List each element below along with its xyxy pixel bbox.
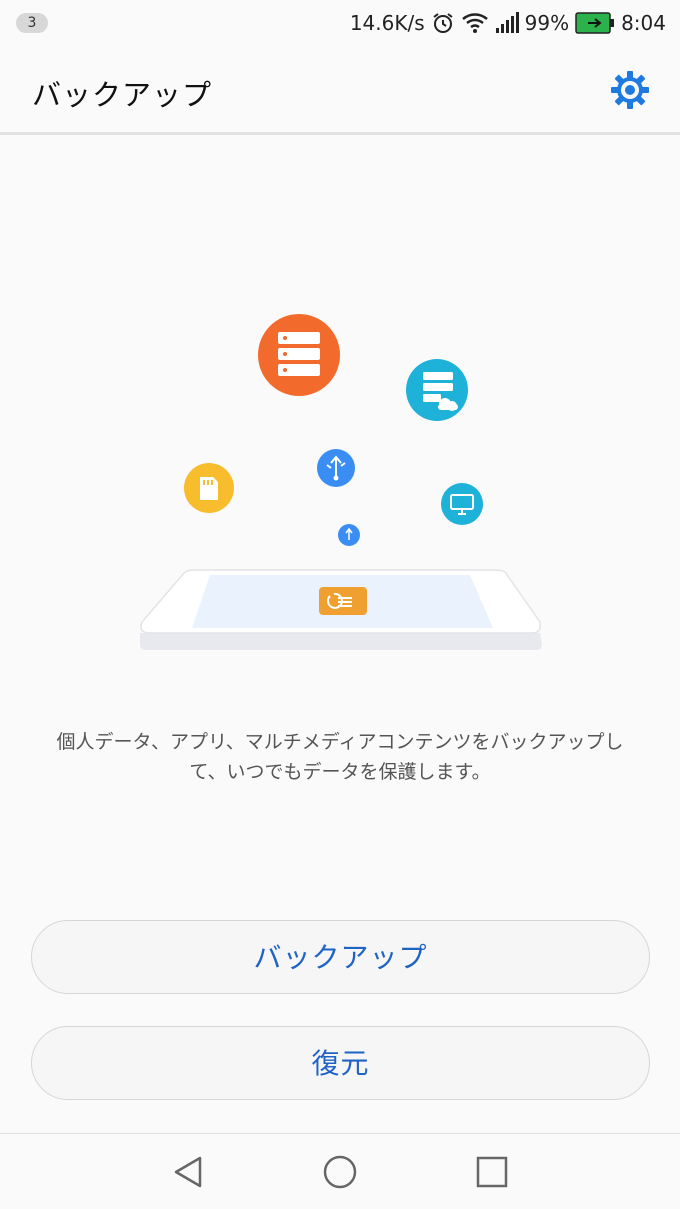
status-bar-right: 14.6K/s 99% 8:04 bbox=[350, 8, 666, 38]
app-bar: バックアップ bbox=[0, 46, 680, 132]
recents-icon[interactable] bbox=[474, 1154, 510, 1190]
page-title: バックアップ bbox=[32, 78, 213, 112]
backup-button[interactable]: バックアップ bbox=[31, 920, 650, 994]
backup-illustration bbox=[140, 314, 542, 650]
usb-small-icon bbox=[338, 524, 360, 546]
alarm-icon bbox=[431, 11, 455, 35]
restore-button[interactable]: 復元 bbox=[31, 1026, 650, 1100]
app-bar-divider bbox=[0, 132, 680, 135]
status-bar: 3 14.6K/s 99% 8:04 bbox=[0, 0, 680, 46]
usb-icon bbox=[317, 449, 355, 487]
cloud-server-icon bbox=[406, 359, 468, 421]
navigation-bar bbox=[0, 1133, 680, 1209]
notification-count-badge: 3 bbox=[16, 13, 48, 33]
description-text: 個人データ、アプリ、マルチメディアコンテンツをバックアップして、いつでもデータを… bbox=[56, 731, 624, 783]
monitor-icon bbox=[441, 483, 483, 525]
wifi-icon bbox=[461, 11, 489, 35]
home-icon[interactable] bbox=[322, 1154, 358, 1190]
sd-card-icon bbox=[184, 463, 234, 513]
back-icon[interactable] bbox=[170, 1154, 206, 1190]
clock-time: 8:04 bbox=[621, 11, 666, 35]
phone-device bbox=[140, 569, 542, 650]
battery-percent: 99% bbox=[524, 11, 570, 35]
server-icon bbox=[258, 314, 340, 396]
battery-icon bbox=[575, 12, 615, 34]
gear-icon[interactable] bbox=[610, 70, 650, 110]
network-speed: 14.6K/s bbox=[349, 11, 425, 35]
restore-list-icon bbox=[319, 587, 367, 615]
signal-icon bbox=[495, 12, 519, 34]
